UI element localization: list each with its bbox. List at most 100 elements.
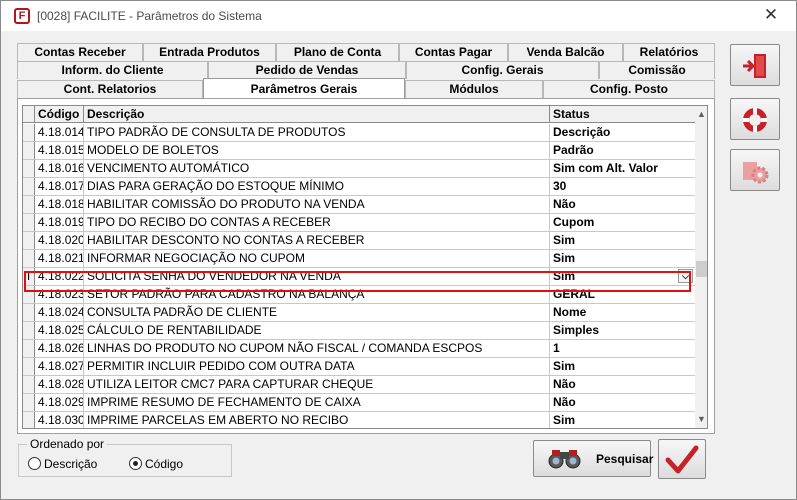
table-row[interactable]: 4.18.016 VENCIMENTO AUTOMÁTICO Sim com Alt… — [23, 160, 695, 178]
scroll-up-icon[interactable]: ▲ — [695, 107, 707, 121]
radio-descricao-circle[interactable] — [28, 457, 41, 470]
cell-codigo[interactable]: 4.18.027 — [35, 358, 84, 375]
cell-status[interactable]: 30 — [550, 178, 695, 195]
table-row[interactable]: 4.18.025 CÁLCULO DE RENTABILIDADE Simples — [23, 322, 695, 340]
tab-cont-relatorios[interactable]: Cont. Relatorios — [17, 80, 203, 98]
cell-status[interactable]: GERAL — [550, 286, 695, 303]
table-row[interactable]: 4.18.019 TIPO DO RECIBO DO CONTAS A RECEB… — [23, 214, 695, 232]
cell-codigo[interactable]: 4.18.023 — [35, 286, 84, 303]
cell-codigo[interactable]: 4.18.020 — [35, 232, 84, 249]
parameters-grid[interactable]: Código Descrição Status 4.18.014 TIPO PAD… — [22, 105, 708, 429]
cell-codigo[interactable]: 4.18.025 — [35, 322, 84, 339]
close-icon[interactable]: ✕ — [759, 4, 783, 26]
cell-codigo[interactable]: 4.18.019 — [35, 214, 84, 231]
tab-venda-balcao[interactable]: Venda Balcão — [508, 43, 623, 61]
cell-codigo[interactable]: 4.18.030 — [35, 412, 84, 428]
table-row[interactable]: 4.18.017 DIAS PARA GERAÇÃO DO ESTOQUE MÍN… — [23, 178, 695, 196]
cell-descricao[interactable]: INFORMAR NEGOCIAÇÃO NO CUPOM — [84, 250, 550, 267]
table-row[interactable]: 4.18.030 IMPRIME PARCELAS EM ABERTO NO RE… — [23, 412, 695, 428]
cell-codigo[interactable]: 4.18.016 — [35, 160, 84, 177]
chevron-down-icon[interactable]: ⌵ — [678, 269, 693, 283]
column-header-codigo[interactable]: Código — [35, 106, 84, 123]
radio-descricao[interactable]: Descrição — [28, 456, 97, 472]
tab-inform-cliente[interactable]: Inform. do Cliente — [17, 61, 208, 79]
radio-codigo[interactable]: Código — [129, 456, 183, 472]
cell-status[interactable]: Sim com Alt. Valor — [550, 160, 695, 177]
cell-status[interactable]: Sim — [550, 250, 695, 267]
vertical-scrollbar[interactable]: ▲ ▼ — [695, 106, 707, 428]
cell-descricao[interactable]: LINHAS DO PRODUTO NO CUPOM NÃO FISCAL / … — [84, 340, 550, 357]
cell-codigo[interactable]: 4.18.018 — [35, 196, 84, 213]
tab-comissao[interactable]: Comissão — [599, 61, 715, 79]
tab-config-gerais[interactable]: Config. Gerais — [406, 61, 599, 79]
radio-codigo-circle[interactable] — [129, 457, 142, 470]
cell-descricao[interactable]: SETOR PADRÃO PARA CADASTRO NA BALANÇA — [84, 286, 550, 303]
cell-descricao[interactable]: TIPO PADRÃO DE CONSULTA DE PRODUTOS — [84, 124, 550, 141]
tab-entrada-produtos[interactable]: Entrada Produtos — [143, 43, 276, 61]
tab-pedido-vendas[interactable]: Pedido de Vendas — [208, 61, 406, 79]
tab-contas-receber[interactable]: Contas Receber — [17, 43, 143, 61]
scroll-thumb[interactable] — [696, 261, 707, 277]
cell-descricao[interactable]: IMPRIME PARCELAS EM ABERTO NO RECIBO — [84, 412, 550, 428]
cell-status[interactable]: Não — [550, 196, 695, 213]
cell-descricao[interactable]: DIAS PARA GERAÇÃO DO ESTOQUE MÍNIMO — [84, 178, 550, 195]
table-row[interactable]: 4.18.020 HABILITAR DESCONTO NO CONTAS A R… — [23, 232, 695, 250]
table-row[interactable]: 4.18.018 HABILITAR COMISSÃO DO PRODUTO NA… — [23, 196, 695, 214]
table-row[interactable]: 4.18.014 TIPO PADRÃO DE CONSULTA DE PRODU… — [23, 124, 695, 142]
table-row[interactable]: 4.18.023 SETOR PADRÃO PARA CADASTRO NA BA… — [23, 286, 695, 304]
column-header-status[interactable]: Status — [550, 106, 695, 123]
cell-codigo[interactable]: 4.18.015 — [35, 142, 84, 159]
cell-descricao[interactable]: CÁLCULO DE RENTABILIDADE — [84, 322, 550, 339]
cell-descricao[interactable]: SOLICITA SENHA DO VENDEDOR NA VENDA — [84, 268, 550, 285]
cell-descricao[interactable]: IMPRIME RESUMO DE FECHAMENTO DE CAIXA — [84, 394, 550, 411]
exit-button[interactable] — [730, 44, 780, 86]
table-row[interactable]: 4.18.028 UTILIZA LEITOR CMC7 PARA CAPTURA… — [23, 376, 695, 394]
cell-status[interactable]: 1 — [550, 340, 695, 357]
tab-contas-pagar[interactable]: Contas Pagar — [399, 43, 508, 61]
confirm-button[interactable] — [658, 439, 706, 479]
cell-status[interactable]: Descrição — [550, 124, 695, 141]
cell-descricao[interactable]: CONSULTA PADRÃO DE CLIENTE — [84, 304, 550, 321]
cell-descricao[interactable]: VENCIMENTO AUTOMÁTICO — [84, 160, 550, 177]
cell-codigo[interactable]: 4.18.022 — [35, 268, 84, 285]
tab-modulos[interactable]: Módulos — [405, 80, 543, 98]
cell-status[interactable]: Padrão — [550, 142, 695, 159]
cell-descricao[interactable]: TIPO DO RECIBO DO CONTAS A RECEBER — [84, 214, 550, 231]
cell-descricao[interactable]: HABILITAR DESCONTO NO CONTAS A RECEBER — [84, 232, 550, 249]
tab-plano-de-conta[interactable]: Plano de Conta — [276, 43, 399, 61]
cell-status[interactable]: Sim — [550, 412, 695, 428]
cell-status[interactable]: Sim ⌵ — [550, 268, 695, 285]
cell-status[interactable]: Simples — [550, 322, 695, 339]
scroll-down-icon[interactable]: ▼ — [695, 412, 707, 426]
table-row[interactable]: 4.18.015 MODELO DE BOLETOS Padrão — [23, 142, 695, 160]
cell-codigo[interactable]: 4.18.029 — [35, 394, 84, 411]
cell-descricao[interactable]: UTILIZA LEITOR CMC7 PARA CAPTURAR CHEQUE — [84, 376, 550, 393]
table-row[interactable]: 4.18.021 INFORMAR NEGOCIAÇÃO NO CUPOM Sim — [23, 250, 695, 268]
tab-relatorios[interactable]: Relatórios — [623, 43, 715, 61]
settings-button[interactable] — [730, 149, 780, 191]
tab-parametros-gerais[interactable]: Parâmetros Gerais — [203, 78, 405, 98]
cell-status[interactable]: Sim — [550, 358, 695, 375]
cell-descricao[interactable]: HABILITAR COMISSÃO DO PRODUTO NA VENDA — [84, 196, 550, 213]
tab-config-posto[interactable]: Config. Posto — [543, 80, 715, 98]
table-row[interactable]: 4.18.026 LINHAS DO PRODUTO NO CUPOM NÃO F… — [23, 340, 695, 358]
table-row[interactable]: I 4.18.022 SOLICITA SENHA DO VENDEDOR NA V… — [23, 268, 695, 286]
column-header-descricao[interactable]: Descrição — [84, 106, 550, 123]
cell-status[interactable]: Nome — [550, 304, 695, 321]
cell-status[interactable]: Sim — [550, 232, 695, 249]
cell-status[interactable]: Cupom — [550, 214, 695, 231]
cell-codigo[interactable]: 4.18.021 — [35, 250, 84, 267]
search-button[interactable]: Pesquisar — [533, 440, 653, 477]
cell-codigo[interactable]: 4.18.026 — [35, 340, 84, 357]
table-row[interactable]: 4.18.024 CONSULTA PADRÃO DE CLIENTE Nome — [23, 304, 695, 322]
cell-descricao[interactable]: PERMITIR INCLUIR PEDIDO COM OUTRA DATA — [84, 358, 550, 375]
cell-status[interactable]: Não — [550, 394, 695, 411]
table-row[interactable]: 4.18.029 IMPRIME RESUMO DE FECHAMENTO DE … — [23, 394, 695, 412]
cell-codigo[interactable]: 4.18.017 — [35, 178, 84, 195]
cell-codigo[interactable]: 4.18.024 — [35, 304, 84, 321]
cell-codigo[interactable]: 4.18.028 — [35, 376, 84, 393]
table-row[interactable]: 4.18.027 PERMITIR INCLUIR PEDIDO COM OUTR… — [23, 358, 695, 376]
help-button[interactable] — [730, 98, 780, 140]
cell-descricao[interactable]: MODELO DE BOLETOS — [84, 142, 550, 159]
cell-codigo[interactable]: 4.18.014 — [35, 124, 84, 141]
